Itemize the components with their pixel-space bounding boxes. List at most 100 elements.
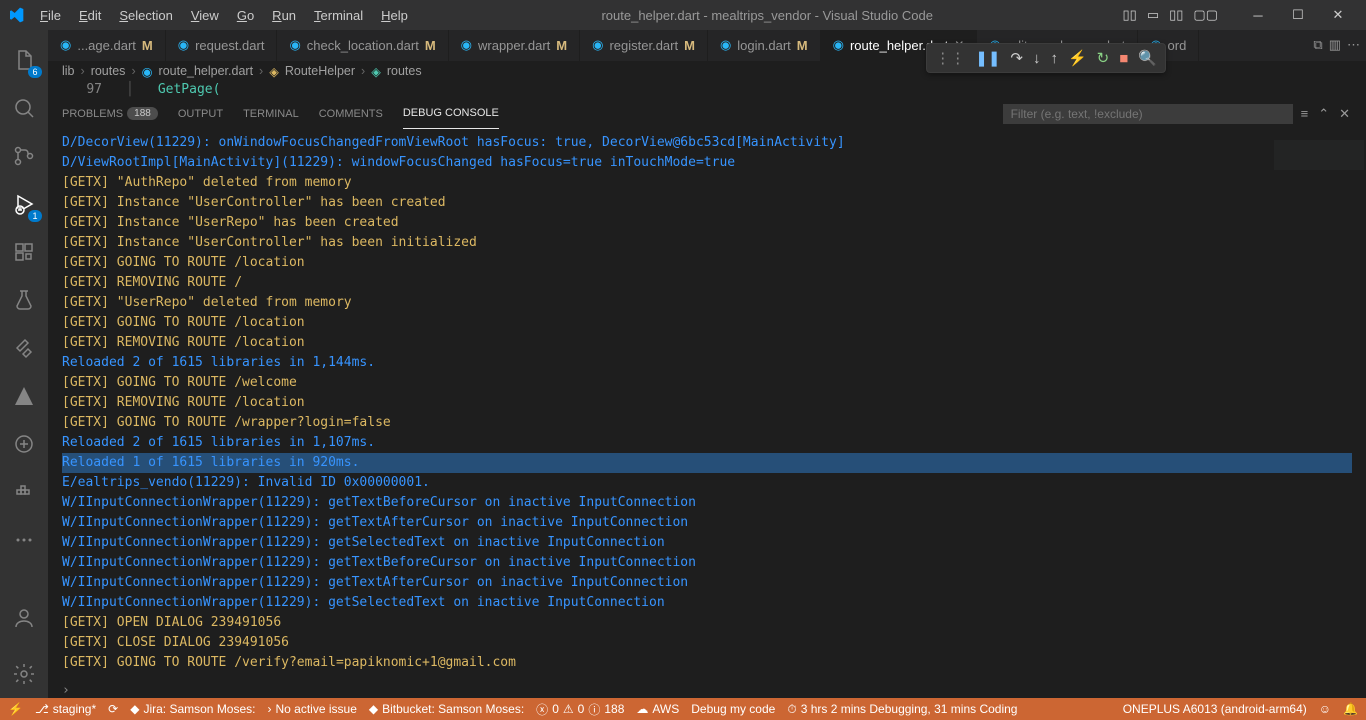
- menu-run[interactable]: Run: [264, 4, 304, 27]
- breadcrumb-item[interactable]: lib: [62, 64, 75, 78]
- hot-reload-icon[interactable]: ⚡: [1066, 47, 1089, 69]
- git-graph-icon[interactable]: [0, 420, 48, 468]
- time-tracking[interactable]: ⏱ 3 hrs 2 mins Debugging, 31 mins Coding: [787, 702, 1017, 717]
- device-status[interactable]: ONEPLUS A6013 (android-arm64): [1123, 702, 1307, 716]
- minimize-button[interactable]: ─: [1238, 0, 1278, 30]
- console-line: W/IInputConnectionWrapper(11229): getTex…: [62, 553, 1352, 573]
- menu-view[interactable]: View: [183, 4, 227, 27]
- title-bar: FileEditSelectionViewGoRunTerminalHelp r…: [0, 0, 1366, 30]
- debug-toolbar[interactable]: ⋮⋮ ❚❚ ↷ ↓ ↑ ⚡ ↻ ■ 🔍: [926, 43, 1166, 73]
- pause-icon[interactable]: ❚❚: [973, 47, 1002, 69]
- drag-handle-icon[interactable]: ⋮⋮: [933, 47, 967, 69]
- dart-file-icon: ◉: [60, 37, 71, 53]
- restart-icon[interactable]: ↻: [1095, 47, 1112, 69]
- console-line: Reloaded 2 of 1615 libraries in 1,107ms.: [62, 433, 1352, 453]
- settings-icon[interactable]: [0, 650, 48, 698]
- tab-debug-console[interactable]: DEBUG CONSOLE: [403, 99, 499, 129]
- menu-go[interactable]: Go: [229, 4, 262, 27]
- editor-tab[interactable]: ◉wrapper.dart M: [449, 30, 580, 61]
- console-line: Reloaded 2 of 1615 libraries in 1,144ms.: [62, 353, 1352, 373]
- console-line: W/IInputConnectionWrapper(11229): getTex…: [62, 493, 1352, 513]
- menu-selection[interactable]: Selection: [111, 4, 180, 27]
- devtools-icon[interactable]: 🔍: [1136, 47, 1159, 69]
- minimap[interactable]: [1274, 140, 1364, 170]
- breadcrumb-item[interactable]: routes: [387, 64, 422, 78]
- extensions-icon[interactable]: [0, 228, 48, 276]
- chevron-right-icon: ›: [131, 64, 135, 78]
- step-into-icon[interactable]: ↓: [1031, 48, 1043, 69]
- branch-status[interactable]: ⎇ staging*: [35, 702, 96, 716]
- more-icon[interactable]: [0, 516, 48, 564]
- console-line: D/ViewRootImpl[MainActivity](11229): win…: [62, 153, 1352, 173]
- compare-icon[interactable]: ⧉: [1313, 37, 1322, 53]
- diagnostics[interactable]: ⓧ 0 ⚠ 0 ⓘ 188: [536, 701, 624, 718]
- accounts-icon[interactable]: [0, 594, 48, 642]
- flutter-icon[interactable]: [0, 324, 48, 372]
- console-line: W/IInputConnectionWrapper(11229): getTex…: [62, 513, 1352, 533]
- editor-tab[interactable]: ◉check_location.dart M: [277, 30, 448, 61]
- editor-tab[interactable]: ◉login.dart M: [708, 30, 821, 61]
- editor-tab[interactable]: ◉request.dart: [166, 30, 278, 61]
- menu-terminal[interactable]: Terminal: [306, 4, 371, 27]
- window-controls: ─ ☐ ✕: [1238, 0, 1358, 30]
- aws-status[interactable]: ☁ AWS: [636, 702, 679, 716]
- step-over-icon[interactable]: ↷: [1008, 47, 1025, 69]
- testing-icon[interactable]: [0, 276, 48, 324]
- feedback-icon[interactable]: ☺: [1319, 702, 1331, 716]
- toggle-primary-sidebar-icon[interactable]: ▯▯: [1119, 3, 1141, 27]
- tab-output[interactable]: OUTPUT: [178, 99, 223, 129]
- breadcrumb-item[interactable]: RouteHelper: [285, 64, 355, 78]
- console-line: [GETX] GOING TO ROUTE /wrapper?login=fal…: [62, 413, 1352, 433]
- tab-comments[interactable]: COMMENTS: [319, 99, 383, 129]
- menu-file[interactable]: File: [32, 4, 69, 27]
- notifications-icon[interactable]: 🔔: [1343, 702, 1358, 716]
- breadcrumb-item[interactable]: route_helper.dart: [159, 64, 254, 78]
- explorer-icon[interactable]: 6: [0, 36, 48, 84]
- debug-badge: 1: [28, 210, 42, 222]
- docker-icon[interactable]: [0, 468, 48, 516]
- layout-controls[interactable]: ▯▯ ▭ ▯▯ ▢▢: [1119, 3, 1223, 27]
- breadcrumb-item[interactable]: routes: [91, 64, 126, 78]
- customize-layout-icon[interactable]: ▢▢: [1189, 3, 1222, 27]
- editor-tab[interactable]: ◉...age.dart M: [48, 30, 166, 61]
- toggle-secondary-sidebar-icon[interactable]: ▯▯: [1165, 3, 1187, 27]
- vscode-logo-icon: [8, 7, 24, 23]
- remote-indicator[interactable]: ⚡: [8, 702, 23, 716]
- more-actions-icon[interactable]: ⋯: [1347, 37, 1360, 53]
- tab-label: check_location.dart: [307, 38, 419, 53]
- clear-console-icon[interactable]: ⌃: [1316, 104, 1331, 124]
- source-control-icon[interactable]: [0, 132, 48, 180]
- console-line: [GETX] GOING TO ROUTE /location: [62, 313, 1352, 333]
- console-line: W/IInputConnectionWrapper(11229): getSel…: [62, 593, 1352, 613]
- run-debug-icon[interactable]: 1: [0, 180, 48, 228]
- search-icon[interactable]: [0, 84, 48, 132]
- bitbucket-status[interactable]: ◆ Bitbucket: Samson Moses:: [369, 702, 524, 716]
- toggle-panel-icon[interactable]: ▭: [1143, 3, 1163, 27]
- tab-terminal[interactable]: TERMINAL: [243, 99, 299, 129]
- debug-console-output[interactable]: D/DecorView(11229): onWindowFocusChanged…: [48, 129, 1366, 683]
- filter-icon[interactable]: ≡: [1299, 104, 1311, 123]
- menu-edit[interactable]: Edit: [71, 4, 109, 27]
- tab-problems[interactable]: PROBLEMS188: [62, 99, 158, 129]
- chevron-right-icon: ›: [81, 64, 85, 78]
- debug-status[interactable]: Debug my code: [691, 702, 775, 716]
- close-button[interactable]: ✕: [1318, 0, 1358, 30]
- sync-icon[interactable]: ⟳: [108, 702, 118, 716]
- filter-input[interactable]: [1003, 104, 1293, 124]
- azure-icon[interactable]: [0, 372, 48, 420]
- menu-help[interactable]: Help: [373, 4, 416, 27]
- editor-group: ◉...age.dart M◉request.dart◉check_locati…: [48, 30, 1366, 698]
- code-line[interactable]: 97 │ GetPage(: [48, 82, 1366, 98]
- tab-label: register.dart: [609, 38, 678, 53]
- code-text: GetPage(: [158, 82, 221, 97]
- maximize-button[interactable]: ☐: [1278, 0, 1318, 30]
- step-out-icon[interactable]: ↑: [1048, 48, 1060, 69]
- split-editor-icon[interactable]: ▥: [1329, 37, 1341, 53]
- jira-issue[interactable]: › No active issue: [268, 702, 357, 716]
- console-line: [GETX] REMOVING ROUTE /: [62, 273, 1352, 293]
- breadcrumb[interactable]: lib › routes › ◉ route_helper.dart › ◈ R…: [48, 61, 1366, 82]
- jira-status[interactable]: ◆ Jira: Samson Moses:: [130, 702, 255, 716]
- editor-tab[interactable]: ◉register.dart M: [580, 30, 708, 61]
- stop-icon[interactable]: ■: [1117, 48, 1130, 69]
- close-panel-icon[interactable]: ✕: [1337, 104, 1352, 124]
